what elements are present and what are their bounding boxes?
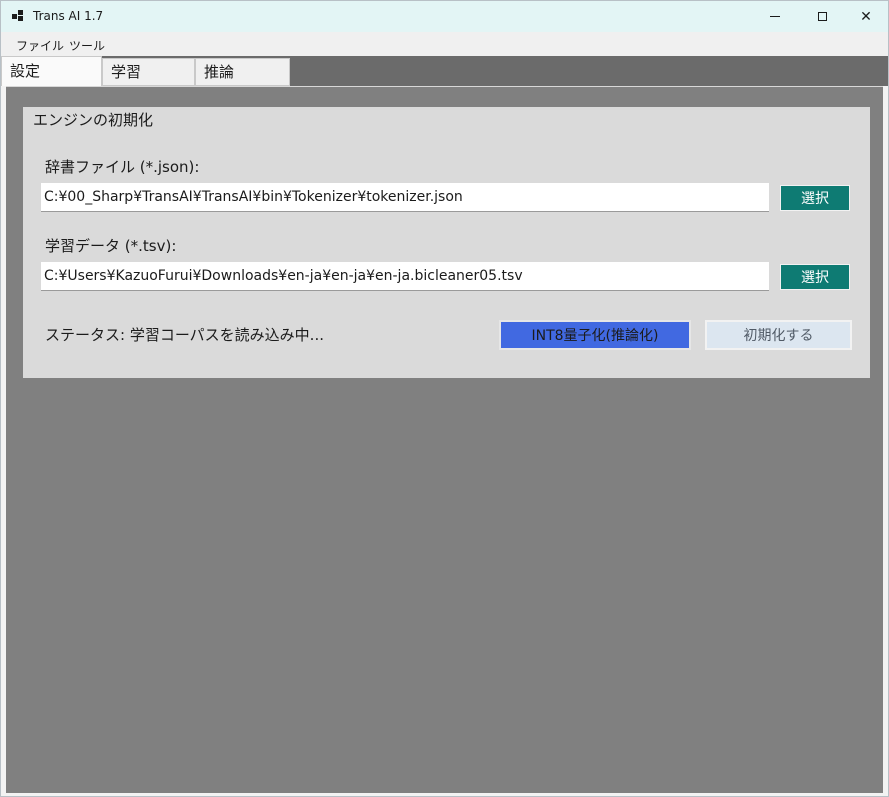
int8-quantize-button[interactable]: INT8量子化(推論化): [499, 320, 691, 350]
close-button[interactable]: ✕: [843, 1, 889, 32]
title-bar[interactable]: Trans AI 1.7 ✕: [1, 1, 888, 32]
select-training-data-button[interactable]: 選択: [780, 264, 850, 290]
dictionary-file-label: 辞書ファイル (*.json):: [45, 158, 200, 176]
menu-tools[interactable]: ツール: [69, 37, 105, 54]
tab-training[interactable]: 学習: [102, 58, 195, 86]
window-title: Trans AI 1.7: [33, 9, 104, 23]
maximize-icon: [817, 12, 827, 21]
group-title: エンジンの初期化: [33, 111, 154, 129]
menu-file[interactable]: ファイル: [16, 37, 64, 54]
close-icon: ✕: [860, 8, 872, 25]
minimize-button[interactable]: [752, 1, 798, 32]
tab-strip: 設定 学習 推論: [1, 56, 888, 86]
engine-init-group: エンジンの初期化 辞書ファイル (*.json): C:¥00_Sharp¥Tr…: [23, 107, 870, 378]
tab-settings[interactable]: 設定: [1, 56, 102, 86]
maximize-button[interactable]: [799, 1, 845, 32]
select-dictionary-button[interactable]: 選択: [780, 185, 850, 211]
initialize-button[interactable]: 初期化する: [705, 320, 852, 350]
menu-bar: ファイル ツール: [1, 32, 888, 56]
app-icon: [12, 10, 24, 22]
status-text: ステータス: 学習コーパスを読み込み中...: [45, 326, 324, 344]
app-window: Trans AI 1.7 ✕ ファイル ツール 設定 学習 推論 エンジンの初期…: [0, 0, 889, 797]
tab-inference[interactable]: 推論: [195, 58, 290, 86]
training-data-label: 学習データ (*.tsv):: [45, 237, 177, 255]
training-data-path-field[interactable]: C:¥Users¥KazuoFurui¥Downloads¥en-ja¥en-j…: [41, 262, 769, 291]
tab-content: エンジンの初期化 辞書ファイル (*.json): C:¥00_Sharp¥Tr…: [6, 86, 883, 793]
minimize-icon: [770, 16, 780, 17]
dictionary-path-field[interactable]: C:¥00_Sharp¥TransAI¥TransAI¥bin¥Tokenize…: [41, 183, 769, 212]
